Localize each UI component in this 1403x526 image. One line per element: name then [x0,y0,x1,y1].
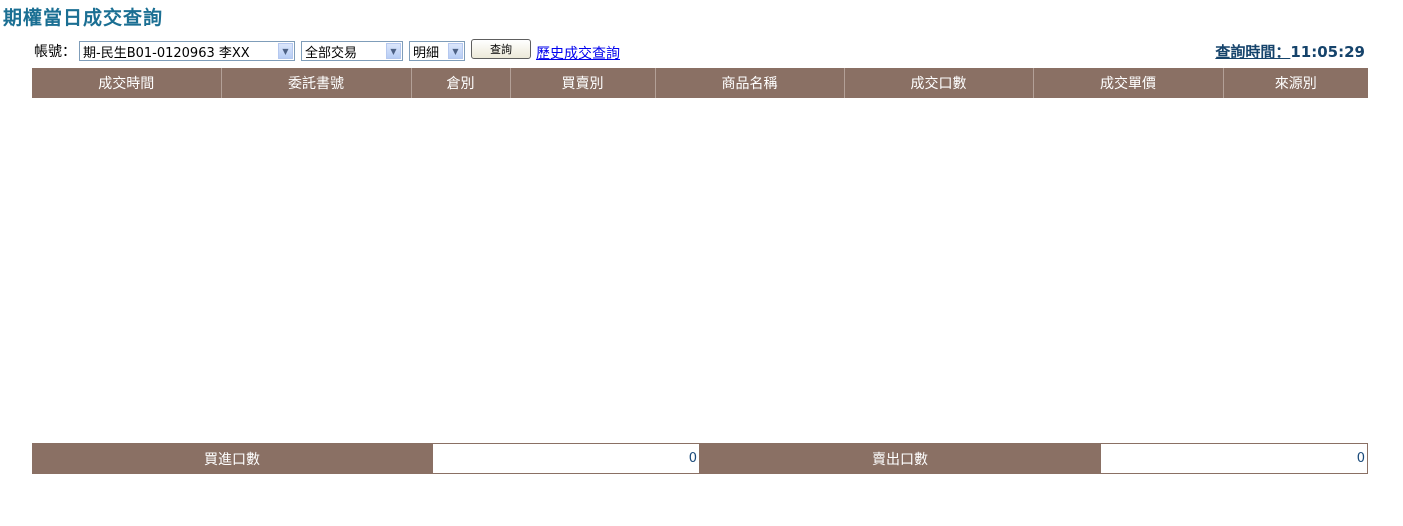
column-header: 倉別 [410,68,510,98]
column-header: 委託書號 [220,68,411,98]
page-title: 期權當日成交查詢 [3,7,164,29]
account-select[interactable]: 期-民生B01-0120963 李XX ▼ [79,41,295,61]
detail-select[interactable]: 明細 ▼ [409,41,465,61]
query-toolbar: 帳號： 期-民生B01-0120963 李XX ▼ 全部交易 ▼ 明細 ▼ 查詢… [34,39,620,63]
column-header: 商品名稱 [654,68,844,98]
query-time-value: 11:05:29 [1290,43,1365,61]
query-button[interactable]: 查詢 [471,39,531,59]
detail-select-value: 明細 [413,45,440,61]
column-header: 成交口數 [843,68,1033,98]
history-query-link[interactable]: 歷史成交查詢 [536,43,620,63]
column-header: 成交單價 [1032,68,1223,98]
summary-bar: 買進口數 0 賣出口數 0 [32,443,1368,474]
account-label: 帳號： [34,44,76,60]
query-time: 查詢時間：11:05:29 [1215,41,1365,62]
query-time-label: 查詢時間： [1215,43,1291,61]
chevron-down-icon[interactable]: ▼ [278,43,293,59]
account-select-value: 期-民生B01-0120963 李XX [83,45,250,61]
chevron-down-icon[interactable]: ▼ [386,43,401,59]
sell-quantity-value: 0 [1100,443,1368,474]
chevron-down-icon[interactable]: ▼ [448,43,463,59]
column-header: 買賣別 [509,68,655,98]
column-header: 來源別 [1222,68,1368,98]
buy-quantity-label: 買進口數 [32,443,432,474]
trade-results-table: 成交時間 委託書號 倉別 買賣別 商品名稱 成交口數 成交單價 來源別 [32,68,1368,98]
column-header: 成交時間 [32,68,221,98]
trade-type-select-value: 全部交易 [305,45,358,61]
table-header-row: 成交時間 委託書號 倉別 買賣別 商品名稱 成交口數 成交單價 來源別 [32,68,1368,98]
buy-quantity-value: 0 [432,443,700,474]
sell-quantity-label: 賣出口數 [700,443,1100,474]
trade-type-select[interactable]: 全部交易 ▼ [301,41,403,61]
